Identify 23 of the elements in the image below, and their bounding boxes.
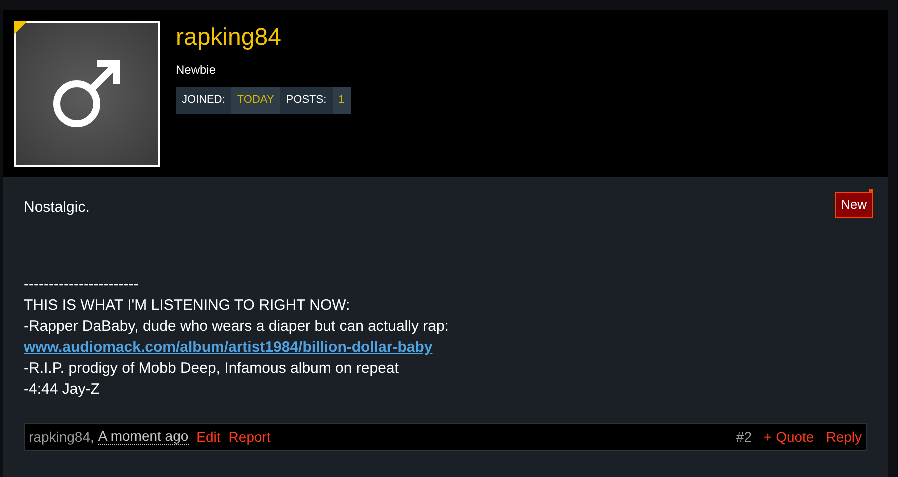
timestamp[interactable]: A moment ago: [98, 429, 189, 445]
action-link[interactable]: Edit: [196, 426, 221, 448]
author-name[interactable]: rapking84,: [29, 426, 94, 448]
stat-label: JOINED:: [176, 87, 232, 114]
action-link[interactable]: Reply: [826, 426, 862, 448]
new-badge: New: [834, 192, 873, 218]
corner-flag-icon: [14, 21, 28, 35]
stat-value: TODAY: [231, 87, 280, 114]
stat-value: 1: [332, 87, 351, 114]
action-link[interactable]: Report: [228, 426, 271, 448]
post-text: -----------------------: [24, 276, 139, 293]
user-rank: Newbie: [176, 62, 218, 79]
action-link[interactable]: + Quote: [764, 426, 814, 448]
post-text: -R.I.P. prodigy of Mobb Deep, Infamous album on repeat: [24, 360, 399, 377]
post-text: Nostalgic.: [24, 199, 90, 216]
stat-label: POSTS:: [280, 87, 333, 114]
post-text: -4:44 Jay-Z: [24, 381, 100, 398]
badge-corner-icon: [869, 189, 873, 193]
post-text: THIS IS WHAT I'M LISTENING TO RIGHT NOW:: [24, 297, 350, 314]
post-number[interactable]: #2: [736, 426, 752, 448]
username[interactable]: rapking84: [176, 23, 351, 53]
post-text: -Rapper DaBaby, dude who wears a diaper but can actually rap:: [24, 318, 449, 335]
post-link[interactable]: www.audiomack.com/album/artist1984/billion-dollar-baby: [24, 339, 433, 356]
